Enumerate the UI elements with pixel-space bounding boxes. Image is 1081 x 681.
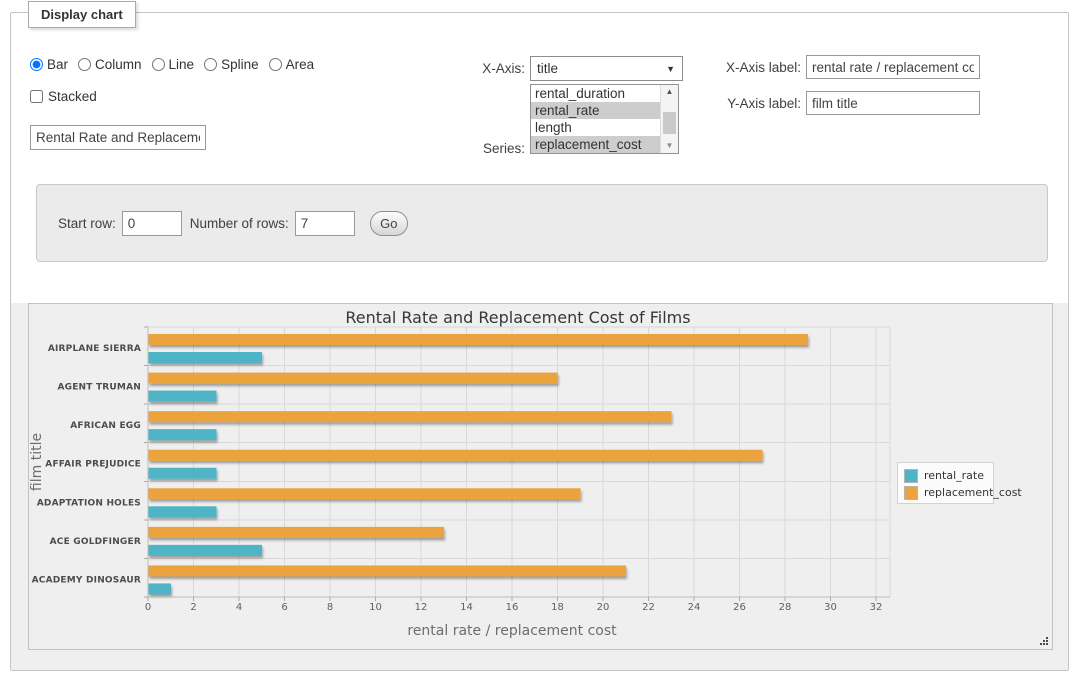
x-tick-label: 12: [415, 602, 428, 613]
chart-type-label: Spline: [221, 57, 259, 72]
x-tick-label: 32: [870, 602, 883, 613]
chart-type-label: Bar: [47, 57, 68, 72]
x-tick-label: 20: [597, 602, 610, 613]
resize-handle-icon[interactable]: [1039, 636, 1049, 646]
bar-rental_rate[interactable]: [149, 545, 263, 556]
chart-category-labels: AIRPLANE SIERRA AGENT TRUMAN AFRICAN EGG AF…: [32, 344, 141, 585]
x-tick-label: 0: [145, 602, 151, 613]
bar-replacement_cost[interactable]: [149, 488, 581, 499]
chart-outer-strip: AIRPLANE SIERRA AGENT TRUMAN AFRICAN EGG AF…: [11, 303, 1068, 670]
x-tick-label: 6: [281, 602, 287, 613]
x-tick-label: 10: [369, 602, 382, 613]
chart-axes: [144, 327, 890, 601]
series-select-label: Series:: [410, 141, 525, 156]
bar-replacement_cost[interactable]: [149, 334, 809, 345]
stacked-label: Stacked: [48, 89, 97, 104]
legend-label: rental_rate: [924, 469, 984, 482]
chart-gridlines: [148, 327, 890, 597]
x-tick-label: 4: [236, 602, 242, 613]
chart-type-radio-column[interactable]: [78, 58, 91, 71]
bar-replacement_cost[interactable]: [149, 527, 445, 538]
chart-legend: rental_rate replacement_cost: [897, 462, 994, 504]
x-tick-label: 30: [824, 602, 837, 613]
chart-y-axis-title: film title: [29, 433, 45, 491]
chart-type-label: Area: [286, 57, 315, 72]
x-axis-label-input[interactable]: [806, 55, 980, 79]
start-row-input[interactable]: [122, 211, 182, 236]
legend-swatch-icon: [904, 486, 918, 500]
x-tick-label: 24: [688, 602, 701, 613]
start-row-label: Start row:: [58, 216, 116, 231]
series-option-length[interactable]: length: [531, 119, 663, 136]
series-multiselect[interactable]: rental_durationrental_ratelengthreplacem…: [530, 84, 679, 154]
y-axis-label-label: Y-Axis label:: [661, 96, 801, 111]
y-axis-label-input[interactable]: [806, 91, 980, 115]
x-axis-select-label: X-Axis:: [410, 61, 525, 76]
chart-type-radio-line[interactable]: [152, 58, 165, 71]
chart-type-option-bar: Bar: [30, 57, 68, 72]
bar-replacement_cost[interactable]: [149, 373, 558, 384]
chart-container: AIRPLANE SIERRA AGENT TRUMAN AFRICAN EGG AF…: [28, 303, 1053, 650]
chart-type-option-line: Line: [152, 57, 195, 72]
chart-title: Rental Rate and Replacement Cost of Film…: [345, 308, 690, 327]
category-label: AGENT TRUMAN: [57, 383, 141, 393]
x-tick-label: 18: [551, 602, 564, 613]
x-tick-label: 26: [733, 602, 746, 613]
num-rows-input[interactable]: [295, 211, 355, 236]
stacked-row: Stacked: [30, 89, 97, 104]
bar-replacement_cost[interactable]: [149, 450, 763, 461]
chart-type-label: Column: [95, 57, 142, 72]
category-label: ADAPTATION HOLES: [37, 498, 141, 508]
chart-type-radio-bar[interactable]: [30, 58, 43, 71]
x-tick-label: 8: [327, 602, 333, 613]
num-rows-label: Number of rows:: [190, 216, 289, 231]
series-option-replacement_cost[interactable]: replacement_cost: [531, 136, 663, 153]
go-button[interactable]: Go: [370, 211, 408, 236]
bar-rental_rate[interactable]: [149, 352, 263, 363]
chart-type-option-spline: Spline: [204, 57, 259, 72]
x-tick-label: 14: [460, 602, 473, 613]
x-tick-label: 2: [190, 602, 196, 613]
bar-rental_rate[interactable]: [149, 506, 217, 517]
legend-item-replacement_cost[interactable]: replacement_cost: [898, 484, 993, 501]
x-tick-label: 22: [642, 602, 655, 613]
x-axis-selected-value: title: [531, 61, 666, 76]
bar-rental_rate[interactable]: [149, 468, 217, 479]
bar-rental_rate[interactable]: [149, 429, 217, 440]
x-axis-label-label: X-Axis label:: [661, 60, 801, 75]
stacked-checkbox[interactable]: [30, 90, 43, 103]
chart-type-label: Line: [169, 57, 195, 72]
category-label: AIRPLANE SIERRA: [48, 344, 141, 354]
chart-xtick-labels: 02468101214161820222426283032: [145, 602, 883, 613]
chart-type-radio-spline[interactable]: [204, 58, 217, 71]
chart-type-radio-area[interactable]: [269, 58, 282, 71]
legend-swatch-icon: [904, 469, 918, 483]
category-label: ACE GOLDFINGER: [50, 537, 141, 547]
series-option-rental_rate[interactable]: rental_rate: [531, 102, 663, 119]
bar-replacement_cost[interactable]: [149, 411, 672, 422]
chart-type-option-area: Area: [269, 57, 315, 72]
chart-x-axis-title: rental rate / replacement cost: [407, 623, 617, 639]
legend-item-rental_rate[interactable]: rental_rate: [898, 467, 993, 484]
category-label: ACADEMY DINOSAUR: [32, 575, 141, 585]
category-label: AFFAIR PREJUDICE: [45, 460, 141, 470]
bar-rental_rate[interactable]: [149, 583, 172, 594]
series-option-rental_duration[interactable]: rental_duration: [531, 85, 663, 102]
bar-replacement_cost[interactable]: [149, 565, 627, 576]
chart-type-option-column: Column: [78, 57, 142, 72]
legend-label: replacement_cost: [924, 486, 1022, 499]
chart-title-input[interactable]: [30, 125, 206, 150]
panel-title: Display chart: [28, 1, 136, 28]
x-tick-label: 16: [506, 602, 519, 613]
x-tick-label: 28: [779, 602, 792, 613]
bar-rental_rate[interactable]: [149, 391, 217, 402]
chart-bars: [149, 334, 809, 594]
scroll-down-icon[interactable]: ▼: [661, 139, 678, 153]
chart-type-radio-group: Bar Column Line Spline Area: [30, 57, 314, 72]
category-label: AFRICAN EGG: [70, 421, 141, 431]
display-chart-panel: Display chart BarColumnLineSplineArea St…: [10, 12, 1069, 671]
scrollbar-thumb[interactable]: [663, 112, 676, 134]
rows-form: Start row: Number of rows: Go: [36, 184, 1048, 262]
